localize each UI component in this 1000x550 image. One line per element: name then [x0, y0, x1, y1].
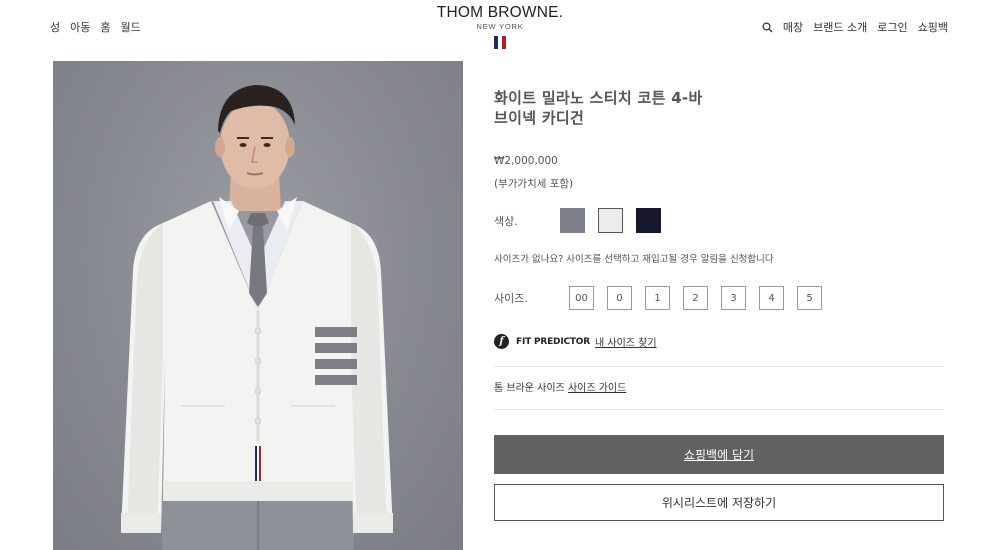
size-option-1[interactable]: 1 — [645, 286, 670, 310]
size-label: 사이즈. — [494, 292, 528, 305]
product-title: 화이트 밀라노 스티치 코튼 4-바 브이넥 카디건 — [494, 88, 944, 128]
size-option-3[interactable]: 3 — [721, 286, 746, 310]
product-price: ₩2,000,000 — [494, 155, 558, 167]
restock-notify-text[interactable]: 사이즈가 없나요? 사이즈를 선택하고 재입고될 경우 알림을 신청합니다 — [494, 251, 774, 265]
tricolor-flag-icon — [494, 36, 506, 49]
nav-login-link[interactable]: 로그인 — [877, 19, 907, 35]
vat-note: (부가가치세 포함) — [494, 178, 574, 190]
size-option-0[interactable]: 0 — [607, 286, 632, 310]
product-title-line1: 화이트 밀라노 스티치 코튼 4-바 — [494, 89, 703, 107]
nav-store-link[interactable]: 매장 — [783, 19, 803, 35]
size-guide-link[interactable]: 사이즈 가이드 — [568, 383, 626, 394]
color-selector: 색상. — [494, 208, 674, 233]
nav-right: 매장 브랜드 소개 로그인 쇼핑백 — [762, 19, 948, 35]
product-title-line2: 브이넥 카디건 — [494, 109, 585, 127]
divider — [494, 409, 944, 410]
nav-shopping-bag-link[interactable]: 쇼핑백 — [918, 19, 948, 35]
fit-predictor-icon: f — [494, 334, 509, 349]
nav-about-link[interactable]: 브랜드 소개 — [813, 19, 867, 35]
size-guide-text: 톰 브라운 사이즈 — [494, 383, 565, 394]
color-swatch-grey[interactable] — [560, 208, 585, 233]
size-option-5[interactable]: 5 — [797, 286, 822, 310]
fit-predictor: f FIT PREDICTOR 내 사이즈 찾기 — [494, 334, 657, 349]
site-header: 성 아동 홈 월드 THOM BROWNE. NEW YORK 매장 브랜드 소… — [0, 0, 1000, 58]
add-to-bag-button[interactable]: 쇼핑백에 담기 — [494, 435, 944, 474]
flag-stripe-red — [502, 36, 506, 49]
product-details: 화이트 밀라노 스티치 코튼 4-바 브이넥 카디건 ₩2,000,000 (부… — [494, 88, 944, 521]
save-to-wishlist-button[interactable]: 위시리스트에 저장하기 — [494, 484, 944, 521]
fit-predictor-label: FIT PREDICTOR — [516, 336, 590, 347]
size-option-00[interactable]: 00 — [569, 286, 594, 310]
product-image[interactable] — [53, 61, 463, 550]
size-option-4[interactable]: 4 — [759, 286, 784, 310]
size-option-2[interactable]: 2 — [683, 286, 708, 310]
color-label: 색상. — [494, 214, 518, 228]
search-icon[interactable] — [762, 21, 773, 33]
find-my-size-link[interactable]: 내 사이즈 찾기 — [595, 334, 657, 349]
divider — [494, 366, 944, 367]
color-swatch-white[interactable] — [598, 208, 623, 233]
size-guide-row: 톰 브라운 사이즈 사이즈 가이드 — [494, 379, 626, 394]
color-swatch-navy[interactable] — [636, 208, 661, 233]
size-selector: 사이즈. 00 0 1 2 3 4 5 — [494, 286, 835, 310]
